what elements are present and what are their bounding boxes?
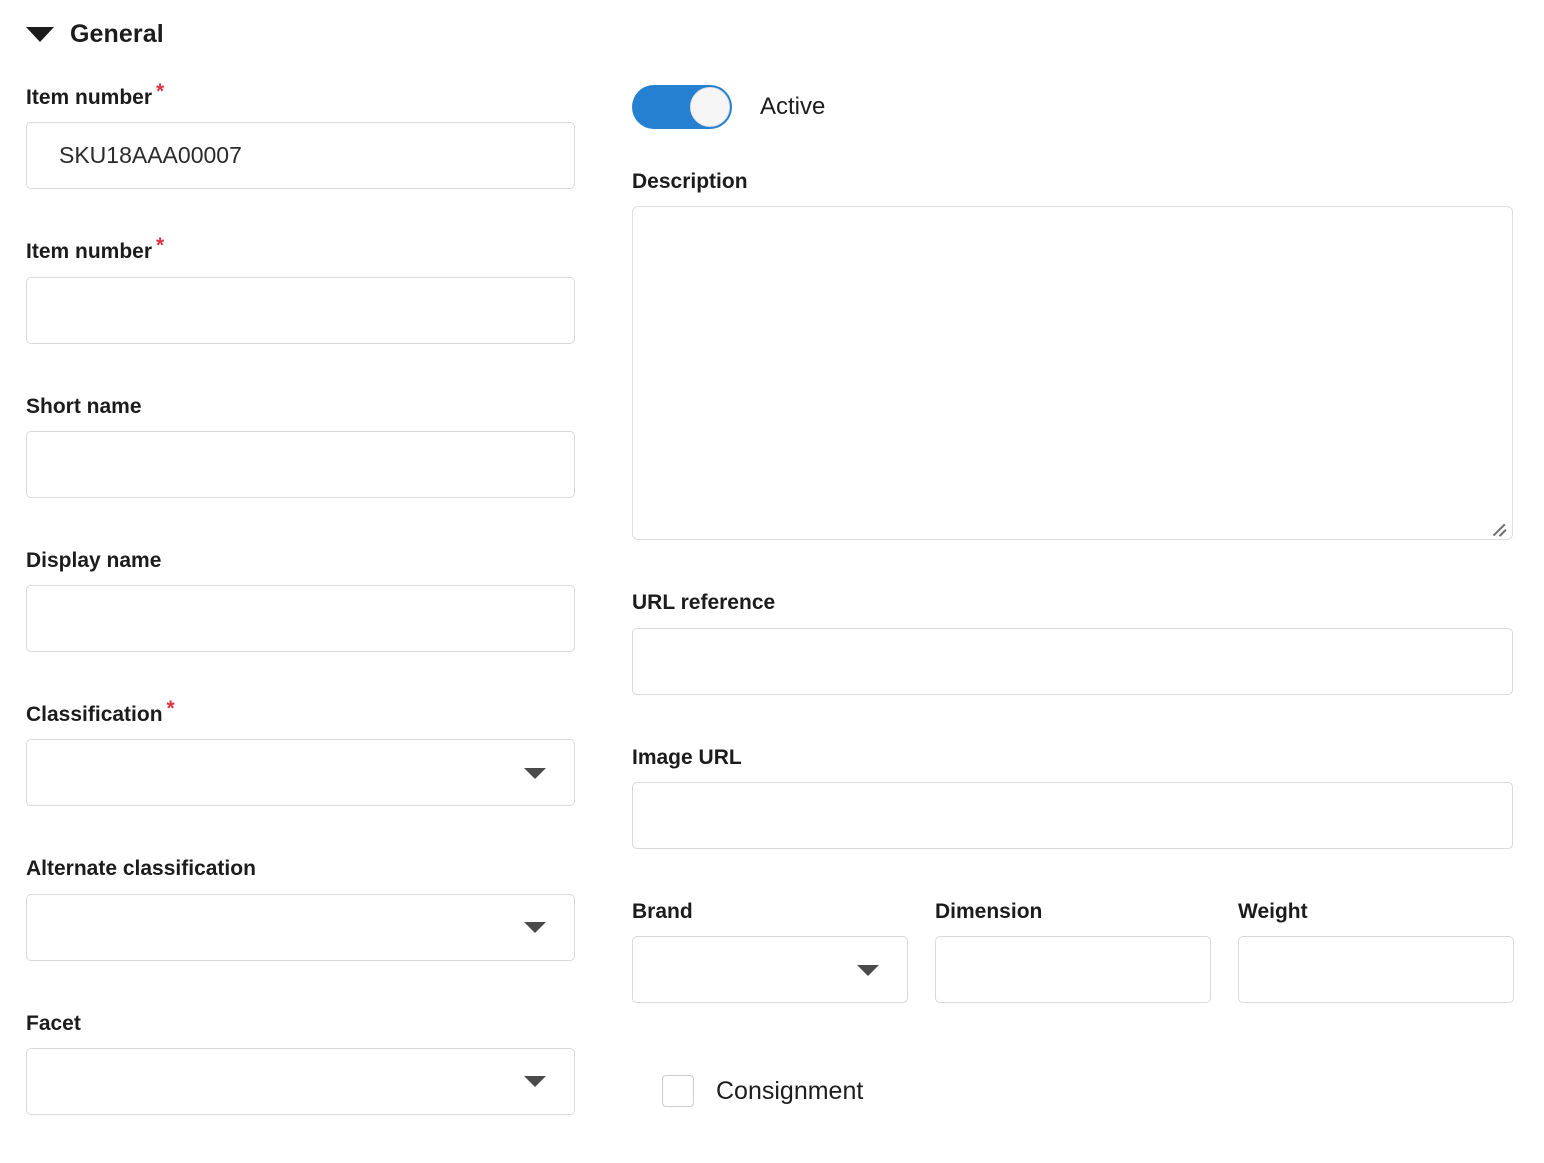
label-short-name: Short name <box>26 394 142 418</box>
field-item-number-secondary: Item number * <box>26 234 575 344</box>
field-dimension: Dimension <box>935 899 1211 1003</box>
field-facet: Facet <box>26 1011 575 1115</box>
section-header-general[interactable]: General <box>26 20 164 49</box>
label-display-name: Display name <box>26 548 162 572</box>
label-url-reference: URL reference <box>632 591 776 615</box>
field-url-reference: URL reference <box>632 590 1513 695</box>
left-column: Item number * SKU18AAA00007 Item number * … <box>26 80 575 1115</box>
select-brand[interactable] <box>632 936 908 1003</box>
active-toggle-row: Active <box>632 85 1513 129</box>
input-item-number-primary[interactable]: SKU18AAA00007 <box>26 122 575 190</box>
chevron-down-icon <box>524 922 546 933</box>
field-classification: Classification * <box>26 697 575 807</box>
input-dimension[interactable] <box>935 936 1211 1003</box>
label-description: Description <box>632 170 748 193</box>
label-weight: Weight <box>1238 899 1308 923</box>
label-image-url: Image URL <box>632 745 742 769</box>
label-alternate-classification: Alternate classification <box>26 857 256 881</box>
input-image-url[interactable] <box>632 781 1513 849</box>
active-toggle-label: Active <box>760 93 826 120</box>
select-alternate-classification[interactable] <box>26 893 575 961</box>
required-asterisk: * <box>156 80 165 103</box>
label-classification: Classification * <box>26 697 175 726</box>
consignment-row[interactable]: Consignment <box>662 1075 1513 1107</box>
checkbox-consignment[interactable] <box>662 1075 694 1107</box>
input-item-number-secondary[interactable] <box>26 276 575 344</box>
chevron-down-icon <box>857 964 879 976</box>
chevron-down-icon <box>524 1076 546 1088</box>
textarea-description[interactable] <box>632 206 1513 541</box>
field-short-name: Short name <box>26 394 575 498</box>
field-item-number-primary: Item number * SKU18AAA00007 <box>26 80 575 190</box>
field-description: Description <box>632 169 1513 541</box>
input-short-name[interactable] <box>26 430 575 498</box>
right-column: Active Description URL reference Image U… <box>632 85 1514 1107</box>
label-brand: Brand <box>632 899 693 923</box>
required-asterisk: * <box>166 697 175 720</box>
field-alternate-classification: Alternate classification <box>26 856 575 961</box>
triangle-down-icon[interactable] <box>26 27 54 42</box>
active-toggle[interactable] <box>632 85 732 129</box>
toggle-knob <box>690 87 730 127</box>
label-item-number-primary: Item number * <box>26 80 165 109</box>
field-image-url: Image URL <box>632 745 1513 849</box>
field-display-name: Display name <box>26 548 575 652</box>
select-facet[interactable] <box>26 1047 575 1115</box>
section-title: General <box>70 20 164 48</box>
label-facet: Facet <box>26 1011 81 1035</box>
required-asterisk: * <box>156 234 165 258</box>
select-classification[interactable] <box>26 739 575 807</box>
consignment-label: Consignment <box>716 1076 864 1105</box>
field-brand: Brand <box>632 899 908 1003</box>
brand-dimension-weight-row: Brand Dimension Weight <box>632 899 1514 1003</box>
input-url-reference[interactable] <box>632 627 1513 695</box>
chevron-down-icon <box>524 767 546 779</box>
resize-grip-icon[interactable] <box>1491 518 1507 534</box>
input-weight[interactable] <box>1238 936 1514 1003</box>
field-weight: Weight <box>1238 899 1514 1003</box>
label-item-number-secondary: Item number * <box>26 234 165 264</box>
label-dimension: Dimension <box>935 899 1043 923</box>
input-display-name[interactable] <box>26 585 575 652</box>
